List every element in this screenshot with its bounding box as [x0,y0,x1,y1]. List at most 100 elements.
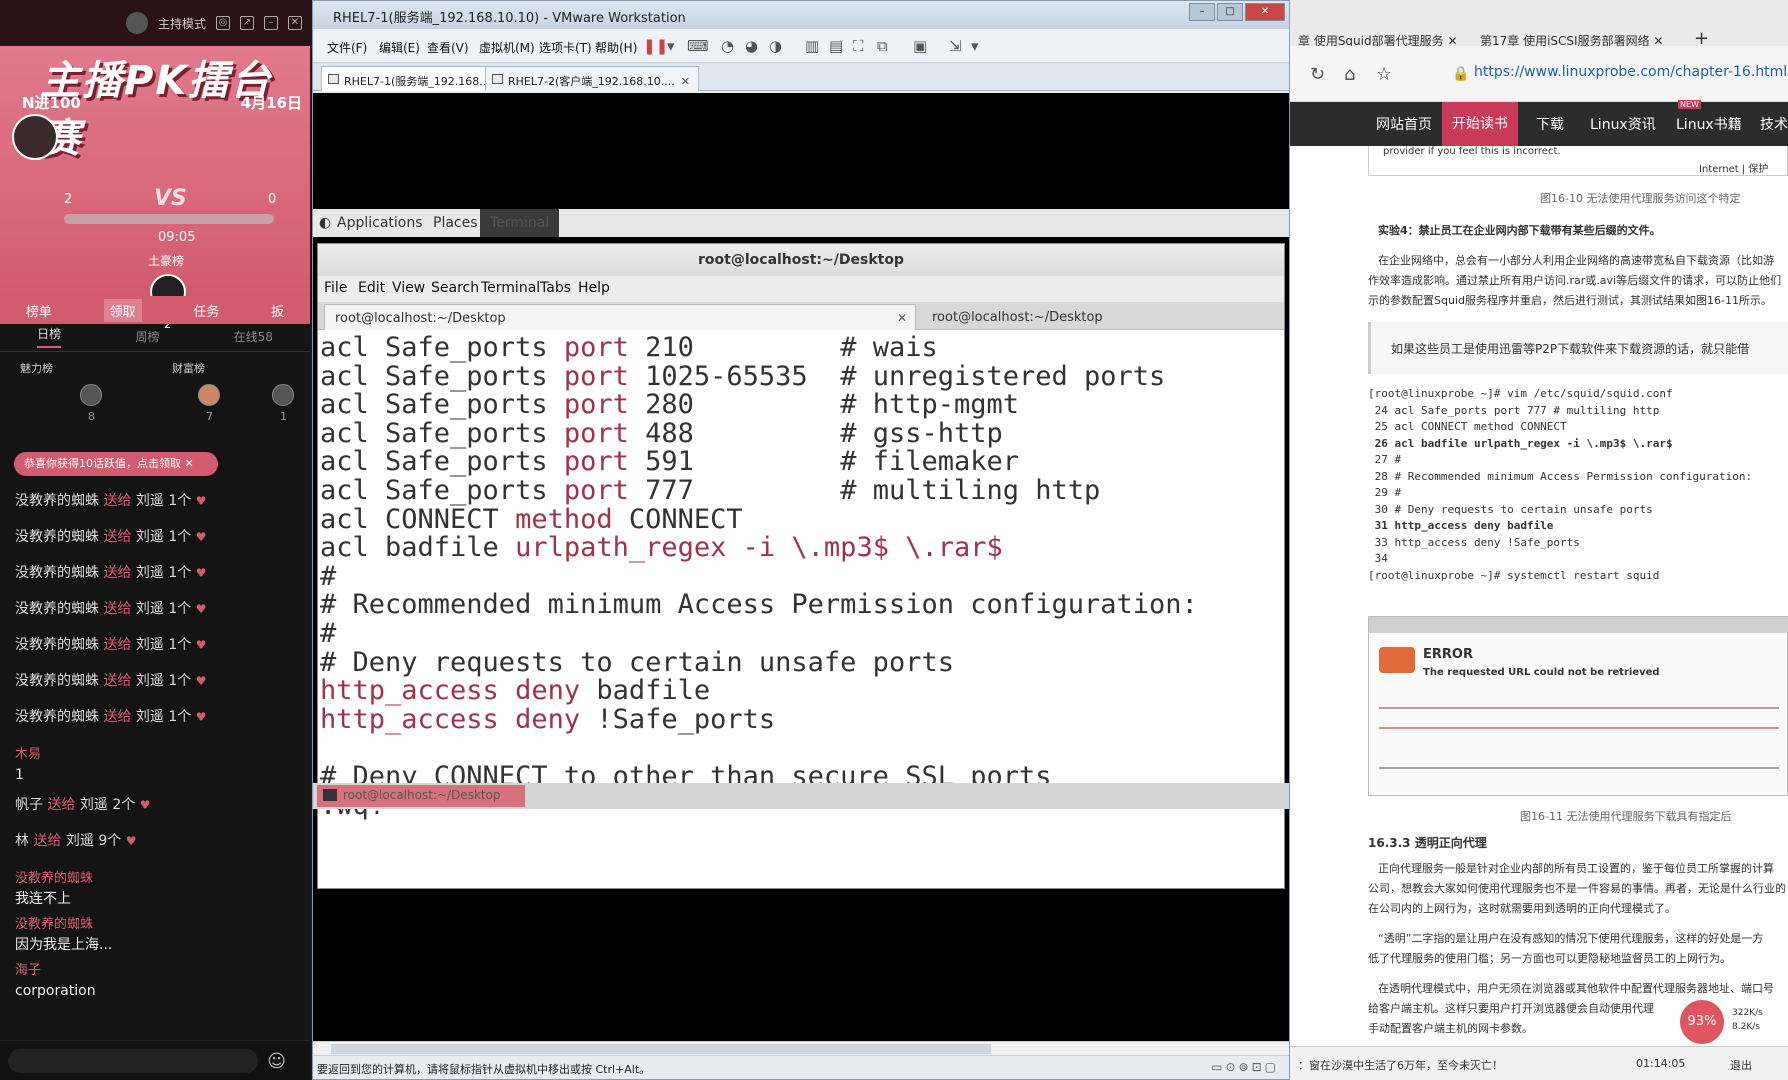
taskbar-terminal-item[interactable]: root@localhost:~/Desktop [317,785,525,807]
progress-percent[interactable]: 93% [1680,1000,1724,1044]
terminal-title[interactable]: root@localhost:~/Desktop [318,244,1284,276]
dropdown-icon[interactable]: ▾ [667,37,675,55]
term-menu-tabs[interactable]: Tabs [540,280,571,296]
reward-notice[interactable]: 恭喜你获得10话跃值，点击领取 ✕ [14,452,218,476]
sidebar-icon[interactable]: ▥ [805,37,819,55]
nav-tech[interactable]: 技术 [1760,114,1788,134]
menu-view[interactable]: 查看(V) [427,39,469,56]
gift-target: 刘遥 [135,493,164,509]
console-icon[interactable]: ▣ [913,37,927,55]
terminal-token: port [563,417,629,449]
stretch-icon[interactable]: ⇲ [949,37,962,55]
menu-edit[interactable]: 编辑(E) [379,39,420,56]
terminal-line: # Recommended minimum Access Permission … [320,589,1282,620]
thumbnail-icon[interactable]: ▤ [829,37,843,55]
terminal-token: # [320,560,337,592]
dropdown-icon[interactable]: ▾ [971,37,979,55]
gift-user: 没教养的蜘蛛 [15,601,99,617]
player-left-avatar[interactable] [12,114,58,160]
terminal-token: http_access deny [320,703,581,735]
gift-target: 刘遥 [79,797,108,813]
applications-menu[interactable]: Applications [337,215,423,231]
horizontal-scrollbar[interactable] [313,1041,1289,1055]
bottom-status: ：窗在沙漠中生活了6万年，至今未灭亡！ 01:14:05 退出 [1290,1046,1788,1080]
exit-button[interactable]: 退出 [1730,1057,1752,1073]
term-menu-help[interactable]: Help [578,280,610,296]
vs-label: VS [154,186,187,211]
gift-count: 1个 [168,493,192,509]
vmware-statusbar: 要返回到您的计算机，请将鼠标指针从虚拟机中移出或按 Ctrl+Alt。 ▭⊙⊚⊡… [313,1055,1289,1079]
menu-rank[interactable]: 榜单 [26,301,52,320]
terminal-token: badfile [580,675,711,707]
terminal-token: 488 # gss-http [628,417,1003,449]
term-menu-view[interactable]: View [392,280,425,296]
menu-tabs[interactable]: 选项卡(T) [539,39,592,56]
term-menu-file[interactable]: File [324,280,347,296]
tab-weekly[interactable]: 周榜 [135,328,159,345]
mode-label[interactable]: 主持模式 [158,15,206,32]
close-button[interactable]: ✕ [1245,3,1285,21]
nav-home[interactable]: 网站首页 [1376,114,1432,134]
places-menu[interactable]: Places [433,215,478,231]
code-line: 26 acl badfile urlpath_regex -i \.mp3$ \… [1368,436,1673,450]
nav-read[interactable]: 开始读书 [1442,102,1518,146]
chat-user: 没教养的蜘蛛 [15,871,94,886]
close-icon[interactable]: ✕ [681,75,690,88]
star-icon[interactable]: ☆ [1376,64,1392,85]
settings-icon[interactable]: ◎ [216,16,230,30]
menu-task[interactable]: 任务 [193,301,219,320]
menu-help[interactable]: 帮助(H) [595,39,637,56]
maximize-button[interactable]: □ [1217,3,1243,21]
charm-board-label[interactable]: 魅力榜 [20,360,53,376]
close-icon[interactable]: ✕ [288,16,302,30]
snapshot-icon[interactable]: ◔ [721,37,734,55]
minimize-button[interactable]: – [1189,3,1215,21]
tab-online[interactable]: 在线58 [234,328,273,345]
tab-daily[interactable]: 日榜 [37,325,62,348]
close-icon[interactable]: ✕ [185,457,194,470]
nav-news[interactable]: Linux资讯 [1590,114,1656,134]
term-menu-terminal[interactable]: Terminal [481,280,540,296]
term-menu-edit[interactable]: Edit [358,280,385,296]
revert-snapshot-icon[interactable]: ◕ [745,37,758,55]
guest-screen[interactable]: ◐ Applications Places Terminal root@loca… [313,93,1289,1041]
score-left: 2 [64,192,73,207]
terminal-line: acl Safe_ports port 280 # http-mgmt [320,389,1282,420]
share-icon[interactable]: ↗ [240,16,254,30]
gift-icon: ♥ [195,602,207,616]
refresh-icon[interactable]: ↻ [1310,64,1325,85]
snapshot-manager-icon[interactable]: ◑ [769,37,782,55]
host-avatar[interactable] [125,12,148,34]
home-icon[interactable]: ⌂ [1344,64,1355,85]
figure-caption: 图16-10 无法使用代理服务访问这个特定 [1540,192,1741,205]
unity-icon[interactable]: ⧉ [877,37,888,55]
fullscreen-icon[interactable]: ⛶ [853,37,864,55]
close-icon[interactable]: ✕ [897,311,907,325]
send-keys-icon[interactable]: ⌨ [687,37,709,55]
scroll-thumb[interactable] [331,1044,991,1054]
wealth-board-label[interactable]: 财富榜 [172,360,205,376]
terminal-app-button[interactable]: Terminal [480,209,560,237]
minimize-icon[interactable]: – [264,16,278,30]
nav-books[interactable]: Linux书籍 [1676,114,1742,134]
terminal-tab-inactive[interactable]: root@localhost:~/Desktop [922,304,1113,330]
terminal-tab-active[interactable]: root@localhost:~/Desktop ✕ [324,304,916,330]
nav-download[interactable]: 下载 [1536,114,1564,134]
error-screenshot: ERROR The requested URL could not be ret… [1368,616,1788,796]
menu-more[interactable]: 扳 [271,301,284,320]
emoji-icon[interactable]: ☺ [267,1051,286,1072]
rank-avatar[interactable] [272,384,294,406]
address-bar[interactable]: https://www.linuxprobe.com/chapter-16.ht… [1474,64,1788,80]
rank-avatar[interactable] [80,384,102,406]
pause-icon[interactable]: ❚❚ [643,37,668,55]
code-block[interactable]: [root@linuxprobe ~]# vim /etc/squid/squi… [1368,386,1788,584]
menu-vm[interactable]: 虚拟机(M) [479,39,535,56]
menu-file[interactable]: 文件(F) [327,39,367,56]
vm-tab-client[interactable]: RHEL7-2(客户端_192.168.10.... ✕ [485,66,699,91]
vmware-titlebar[interactable]: RHEL7-1(服务端_192.168.10.10) - VMware Work… [313,1,1289,29]
term-menu-search[interactable]: Search [431,280,479,296]
chat-input[interactable] [8,1049,258,1073]
device-icons[interactable]: ▭⊙⊚⊡▢ [1211,1060,1279,1074]
rank-avatar[interactable] [198,384,220,406]
menu-claim[interactable]: 领取 [103,298,142,322]
